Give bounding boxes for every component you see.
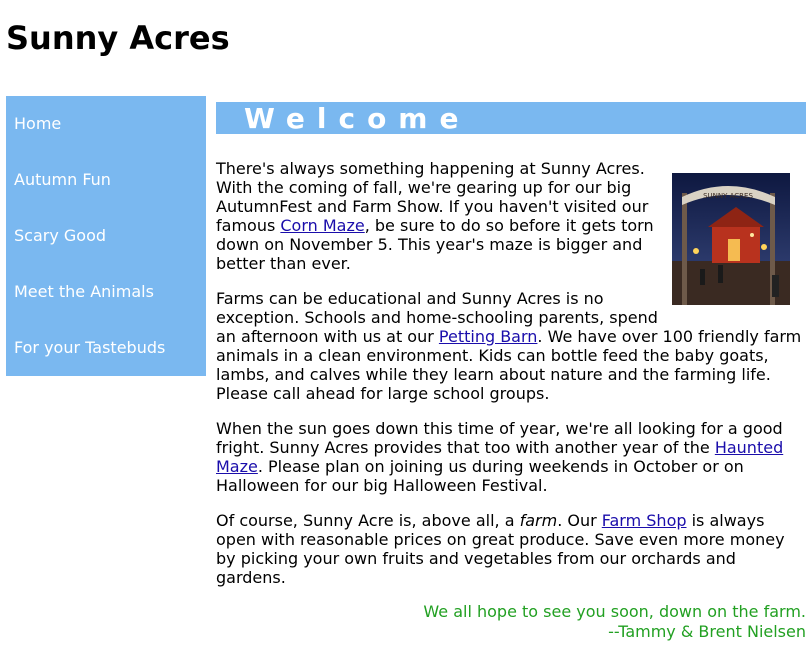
farm-shop-text-middle: . Our bbox=[557, 511, 602, 530]
signoff-message: We all hope to see you soon, down on the… bbox=[423, 602, 806, 621]
signoff-signature: --Tammy & Brent Nielsen bbox=[608, 622, 806, 641]
haunted-text-after: . Please plan on joining us during weeke… bbox=[216, 457, 744, 495]
corn-maze-link[interactable]: Corn Maze bbox=[280, 216, 364, 235]
nav-item-scary-good[interactable]: Scary Good bbox=[6, 208, 206, 264]
farm-shop-text-before: Of course, Sunny Acre is, above all, a bbox=[216, 511, 520, 530]
petting-barn-link[interactable]: Petting Barn bbox=[439, 327, 538, 346]
sidebar-nav: Home Autumn Fun Scary Good Meet the Anim… bbox=[6, 96, 206, 376]
photo-sign-text: SUNNY ACRES bbox=[703, 192, 753, 200]
farm-maze-photo: SUNNY ACRES bbox=[672, 173, 790, 305]
site-title: Sunny Acres bbox=[6, 19, 230, 57]
nav-item-meet-the-animals[interactable]: Meet the Animals bbox=[6, 264, 206, 320]
welcome-banner: Welcome bbox=[216, 102, 806, 135]
farm-emphasis: farm bbox=[519, 511, 558, 530]
main-content: SUNNY ACRES There's always something hap… bbox=[216, 159, 806, 603]
farm-shop-link[interactable]: Farm Shop bbox=[602, 511, 687, 530]
haunted-paragraph: When the sun goes down this time of year… bbox=[216, 419, 806, 495]
nav-item-for-your-tastebuds[interactable]: For your Tastebuds bbox=[6, 320, 206, 376]
haunted-text-before: When the sun goes down this time of year… bbox=[216, 419, 783, 457]
education-paragraph: Farms can be educational and Sunny Acres… bbox=[216, 289, 806, 403]
nav-item-autumn-fun[interactable]: Autumn Fun bbox=[6, 152, 206, 208]
farm-shop-paragraph: Of course, Sunny Acre is, above all, a f… bbox=[216, 511, 806, 587]
welcome-heading: Welcome bbox=[244, 102, 471, 135]
nav-item-home[interactable]: Home bbox=[6, 96, 206, 152]
signoff: We all hope to see you soon, down on the… bbox=[423, 602, 806, 642]
